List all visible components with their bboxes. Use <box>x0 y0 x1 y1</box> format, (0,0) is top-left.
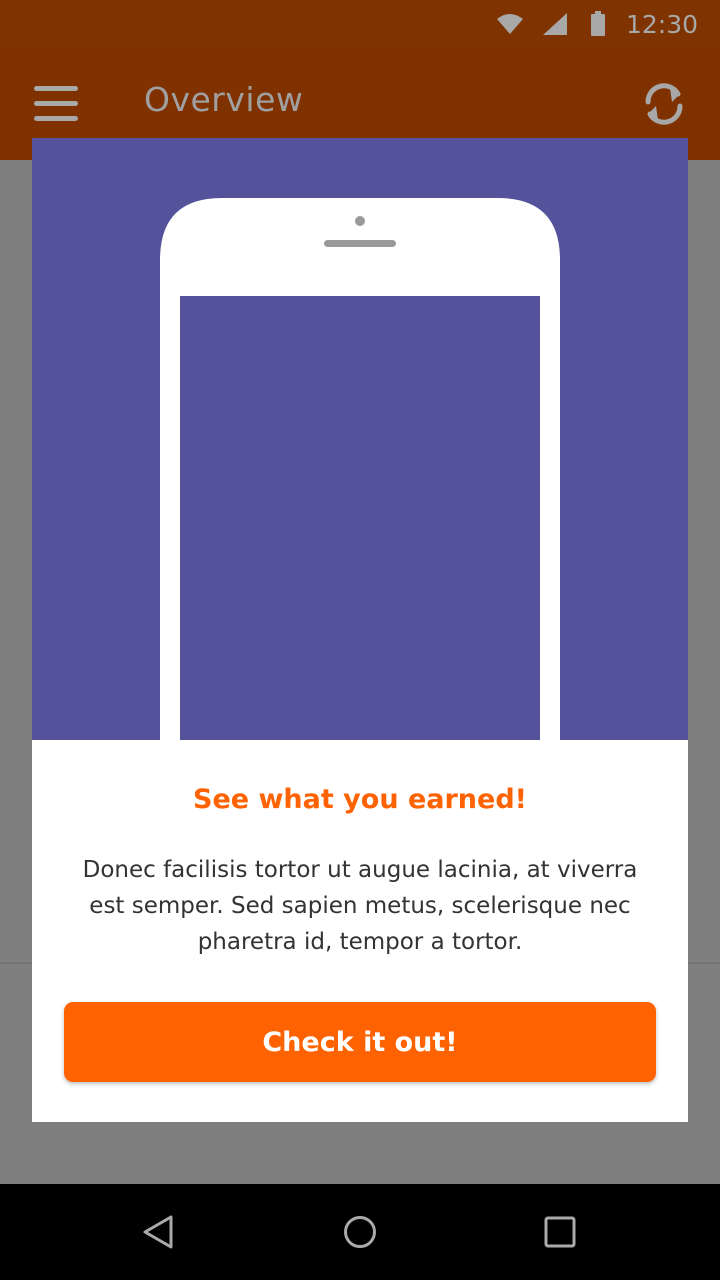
status-bar: 12:30 <box>0 0 720 48</box>
wifi-icon <box>496 13 524 35</box>
navigation-bar <box>0 1184 720 1280</box>
recents-icon[interactable] <box>538 1210 582 1254</box>
menu-icon[interactable] <box>34 86 78 124</box>
status-icons: 12:30 <box>496 0 698 48</box>
promo-dialog: See what you earned! Donec facilisis tor… <box>32 138 688 1122</box>
battery-icon <box>590 11 606 37</box>
dialog-illustration <box>32 138 688 740</box>
home-icon[interactable] <box>338 1210 382 1254</box>
check-it-out-button[interactable]: Check it out! <box>64 1002 656 1082</box>
refresh-icon[interactable] <box>640 80 688 128</box>
phone-illustration <box>160 198 560 740</box>
signal-icon <box>542 12 568 36</box>
status-time: 12:30 <box>625 9 698 39</box>
dialog-body-text: Donec facilisis tortor ut augue lacinia,… <box>82 857 638 955</box>
dialog-heading: See what you earned! <box>193 784 527 815</box>
page-title: Overview <box>144 80 304 119</box>
back-icon[interactable] <box>136 1210 180 1254</box>
